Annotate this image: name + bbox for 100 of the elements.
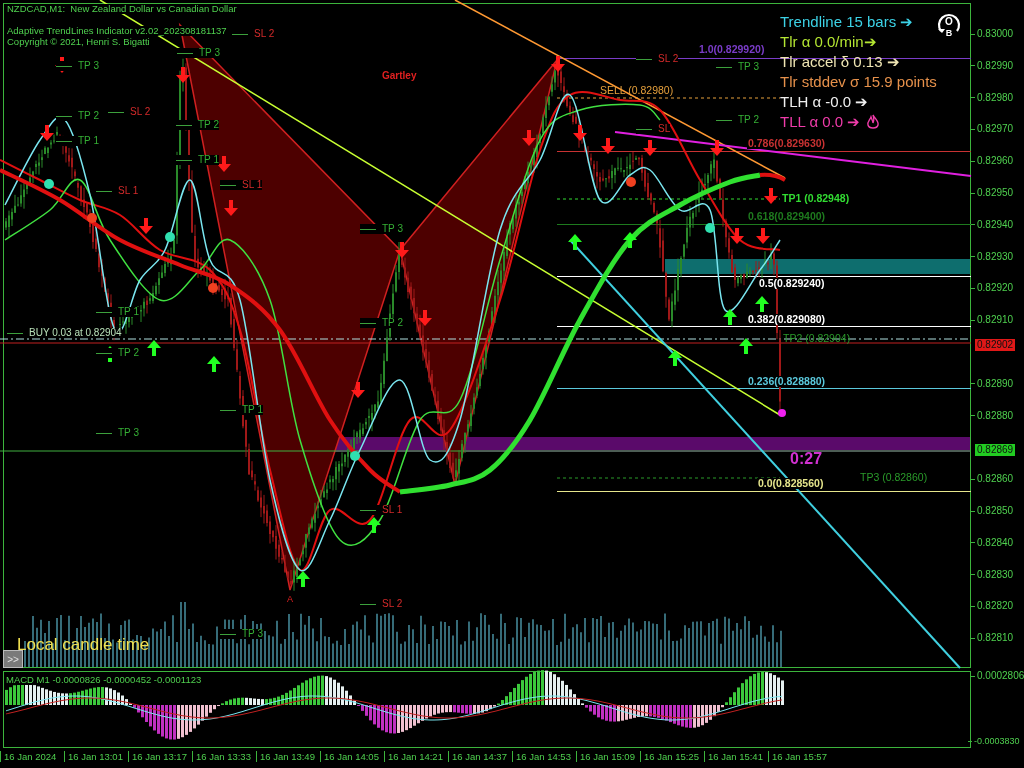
price-axis-label: 0.82880 — [971, 410, 1014, 421]
sell-arrow-icon — [139, 218, 153, 234]
price-axis-label: 0.82820 — [971, 601, 1014, 612]
sell-arrow-icon — [710, 140, 724, 156]
target-label: TP 3 — [177, 48, 220, 58]
time-axis-label: 16 Jan 14:53 — [512, 751, 576, 762]
price-axis-label: 0.82890 — [971, 378, 1014, 389]
sell-arrow-icon — [730, 228, 744, 244]
price-axis-label: 0.82980 — [971, 92, 1014, 103]
indicator-readout: Trendline 15 bars ➔ — [780, 14, 914, 30]
buy-arrow-icon — [296, 571, 310, 587]
price-axis-label: 0.82970 — [971, 124, 1014, 135]
price-axis-label: 0.82830 — [971, 569, 1014, 580]
price-axis-label: 0.82840 — [971, 537, 1014, 548]
sell-arrow-icon — [522, 130, 536, 146]
target-label: TP 3 — [716, 62, 759, 72]
trade-level-label: TP1 (0.82948) — [782, 193, 850, 204]
countdown-timer: 0:27 — [790, 451, 823, 467]
price-tag: 0.82902 — [975, 339, 1016, 351]
price-axis-label: 0.82960 — [971, 156, 1014, 167]
time-axis-label: 16 Jan 13:33 — [192, 751, 256, 762]
indicator-readout: Tlr stddev σ 15.9 points — [780, 74, 937, 90]
price-axis-label: 0.82860 — [971, 474, 1014, 485]
time-axis-label: 16 Jan 14:21 — [384, 751, 448, 762]
sell-arrow-icon — [764, 188, 778, 204]
price-axis-label: 0.82910 — [971, 315, 1014, 326]
sell-arrow-icon — [573, 125, 587, 141]
buy-arrow-icon — [755, 296, 769, 312]
indicator-readout: TLL α 0.0 ➔ — [780, 114, 861, 130]
time-axis-label: 16 Jan 2024 — [0, 751, 64, 762]
sell-arrow-icon — [418, 310, 432, 326]
buy-arrow-icon — [207, 356, 221, 372]
target-label: TP 1 — [220, 405, 263, 415]
target-label: SL 1 — [360, 505, 403, 515]
fib-level-label: 0.382(0.829080) — [747, 314, 827, 325]
flame-icon — [866, 114, 881, 130]
indicator-name: Adaptive TrendLines Indicator v2.02_202308181137 — [7, 26, 227, 36]
signal-dot — [350, 451, 360, 461]
signal-dot — [165, 232, 175, 242]
price-axis-label: 0.82950 — [971, 188, 1014, 198]
time-axis-label: 16 Jan 13:01 — [64, 751, 128, 762]
signal-dot — [778, 409, 786, 417]
fib-level-label: 0.5(0.829240) — [758, 278, 826, 289]
price-axis-label: 0.82810 — [971, 633, 1014, 644]
candle-time-label: Local candle time — [17, 636, 150, 653]
time-axis-label: 16 Jan 15:41 — [704, 751, 768, 762]
target-label: TP 1 — [96, 307, 139, 317]
target-label: TP 1 — [176, 155, 219, 165]
fib-level-label: 0.786(0.829630) — [747, 138, 827, 149]
time-axis-label: 16 Jan 15:57 — [768, 751, 832, 762]
signal-dot — [87, 213, 97, 223]
logo: O B — [936, 11, 962, 39]
buy-arrow-icon — [623, 232, 637, 248]
target-label: TP 3 — [360, 224, 403, 234]
buy-arrow-icon — [147, 340, 161, 356]
time-axis-label: 16 Jan 15:25 — [640, 751, 704, 762]
target-label: TP 2 — [176, 120, 219, 130]
price-axis-label: 0.82930 — [971, 251, 1014, 262]
macd-scale-label: 0.0002806 — [971, 671, 1024, 681]
sell-arrow-icon — [224, 200, 238, 216]
sell-arrow-icon — [601, 138, 615, 154]
macd-scale-label: -0.0003830 — [968, 737, 1020, 746]
buy-arrow-icon — [739, 338, 753, 354]
trade-level-label: TP3 (0.82860) — [860, 472, 928, 483]
indicator-readout: Tlr α 0.0/min➔ — [780, 34, 877, 50]
target-label: TP 1 — [56, 136, 99, 146]
sell-arrow-icon — [217, 156, 231, 172]
target-label: TP 3 — [220, 629, 263, 639]
scroll-button[interactable]: >> — [3, 650, 23, 668]
price-tag: 0.82869 — [975, 444, 1016, 456]
target-label: TP 3 — [96, 428, 139, 438]
time-axis-label: 16 Jan 14:37 — [448, 751, 512, 762]
target-label: TP 2 — [96, 348, 139, 358]
target-label: TP 3 — [56, 61, 99, 71]
target-label: TP 2 — [716, 115, 759, 125]
time-axis-label: 16 Jan 13:49 — [256, 751, 320, 762]
time-axis-label: 16 Jan 13:17 — [128, 751, 192, 762]
pattern-name: Gartley — [382, 71, 417, 81]
target-label: SL 1 — [96, 186, 139, 196]
signal-dot — [208, 283, 218, 293]
sell-arrow-icon — [395, 242, 409, 258]
buy-arrow-icon — [723, 309, 737, 325]
target-label: TP 2 — [56, 111, 99, 121]
target-label: SL 2 — [360, 599, 403, 609]
target-label: SL 2 — [636, 54, 679, 64]
price-axis-label: 0.82850 — [971, 506, 1014, 516]
price-axis-label: 0.83000 — [971, 29, 1014, 39]
sell-arrow-icon — [176, 67, 190, 83]
price-axis-label: 0.82920 — [971, 283, 1014, 294]
signal-dot — [626, 177, 636, 187]
sell-arrow-icon — [351, 382, 365, 398]
target-label: SL 2 — [108, 107, 151, 117]
signal-dot — [44, 179, 54, 189]
pattern-point-label: A — [287, 595, 293, 604]
price-axis-label: 0.82990 — [971, 60, 1014, 71]
price-axis-label: 0.82940 — [971, 219, 1014, 230]
fib-level-label: 0.618(0.829400) — [747, 211, 827, 222]
sell-arrow-icon — [756, 228, 770, 244]
signal-dot — [705, 223, 715, 233]
fib-level-label: 0.236(0.828880) — [747, 376, 827, 387]
